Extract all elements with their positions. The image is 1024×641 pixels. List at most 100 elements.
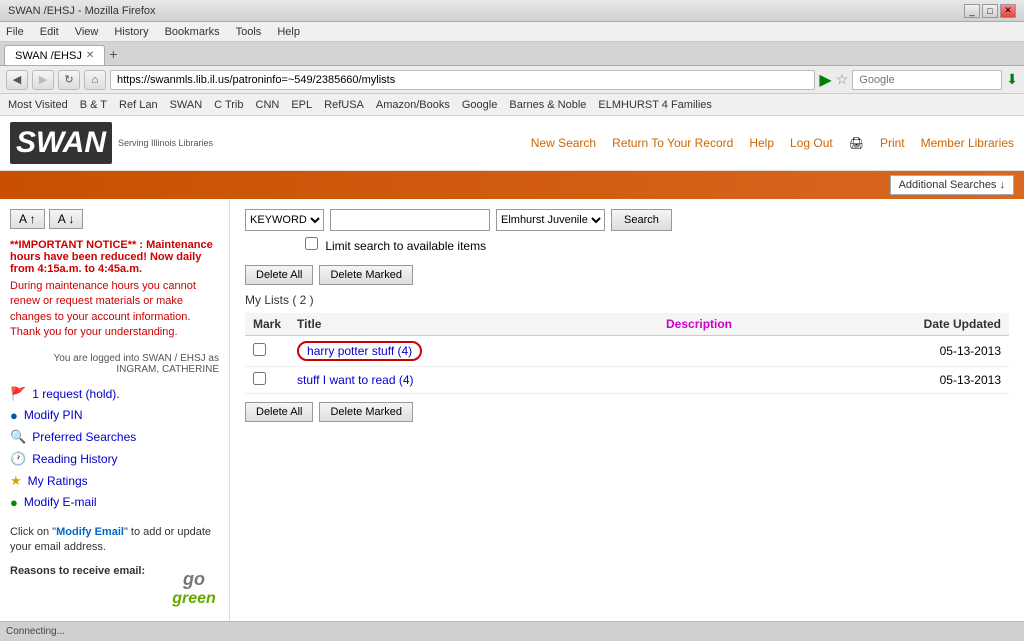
- row1-checkbox[interactable]: [253, 343, 266, 356]
- bookmark-swan[interactable]: SWAN: [166, 98, 207, 112]
- browser-urlbar: ◀ ▶ ↻ ⌂ ▶ ☆ ⬇: [0, 66, 1024, 94]
- lists-title: My Lists ( 2 ): [245, 293, 1009, 307]
- bookmark-bn[interactable]: Barnes & Noble: [505, 98, 590, 112]
- important-notice: **IMPORTANT NOTICE** : Maintenance hours…: [10, 239, 219, 341]
- new-tab-button[interactable]: +: [109, 46, 117, 62]
- search-bar[interactable]: [852, 70, 1002, 90]
- menu-tools[interactable]: Tools: [234, 26, 264, 38]
- my-ratings-icon: ★: [10, 473, 22, 489]
- menu-view[interactable]: View: [73, 26, 101, 38]
- row1-date-cell: 05-13-2013: [909, 336, 1009, 367]
- menu-file[interactable]: File: [4, 26, 26, 38]
- limit-checkbox[interactable]: [305, 237, 318, 250]
- close-button[interactable]: ✕: [1000, 4, 1016, 18]
- menu-history[interactable]: History: [112, 26, 150, 38]
- menu-help[interactable]: Help: [275, 26, 302, 38]
- font-size-increase-button[interactable]: A ↑: [10, 209, 45, 229]
- help-link[interactable]: Help: [749, 136, 774, 150]
- notice-important-text: **IMPORTANT NOTICE** : Maintenance hours…: [10, 239, 219, 275]
- additional-searches-label: Additional Searches ↓: [899, 179, 1005, 191]
- sidebar-item-reading-history[interactable]: Reading History: [32, 452, 117, 466]
- sidebar: A ↑ A ↓ **IMPORTANT NOTICE** : Maintenan…: [0, 199, 230, 621]
- row2-description-cell: [489, 367, 909, 394]
- bookmark-epl[interactable]: EPL: [287, 98, 316, 112]
- return-to-record-link[interactable]: Return To Your Record: [612, 136, 733, 150]
- row1-description-cell: [489, 336, 909, 367]
- logo-area: SWAN Serving Illinois Libraries: [10, 122, 213, 164]
- reasons-heading: Reasons to receive email:: [10, 563, 161, 580]
- col-title: Title: [289, 313, 489, 336]
- request-flag-icon: 🚩: [10, 386, 26, 402]
- tab-close-icon[interactable]: ✕: [86, 50, 94, 61]
- new-search-link[interactable]: New Search: [531, 136, 596, 150]
- sidebar-item-requests[interactable]: 1 request (hold).: [32, 387, 119, 401]
- bookmark-elmhurst[interactable]: ELMHURST 4 Families: [594, 98, 716, 112]
- print-link[interactable]: Print: [880, 136, 905, 150]
- search-input[interactable]: [330, 209, 490, 231]
- bookmark-refusa[interactable]: RefUSA: [320, 98, 368, 112]
- search-type-select[interactable]: KEYWORD TITLE AUTHOR SUBJECT: [245, 209, 324, 231]
- bookmark-amazon[interactable]: Amazon/Books: [372, 98, 454, 112]
- bookmark-most-visited[interactable]: Most Visited: [4, 98, 72, 112]
- member-libraries-link[interactable]: Member Libraries: [921, 136, 1014, 150]
- orange-bar: Additional Searches ↓: [0, 171, 1024, 199]
- lists-table: Mark Title Description Date Updated harr…: [245, 313, 1009, 394]
- home-button[interactable]: ⌂: [84, 70, 106, 90]
- page-wrapper: SWAN Serving Illinois Libraries New Sear…: [0, 116, 1024, 621]
- email-notice: Click on "Modify Email" to add or update…: [10, 525, 219, 556]
- url-bar[interactable]: [110, 70, 815, 90]
- sidebar-item-preferred-searches[interactable]: Preferred Searches: [32, 430, 136, 444]
- forward-button[interactable]: ▶: [32, 70, 54, 90]
- maximize-button[interactable]: □: [982, 4, 998, 18]
- row1-title-cell: harry potter stuff (4): [289, 336, 489, 367]
- delete-marked-button-top[interactable]: Delete Marked: [319, 265, 413, 285]
- reading-history-icon: 🕐: [10, 451, 26, 467]
- delete-all-button-top[interactable]: Delete All: [245, 265, 313, 285]
- bookmark-ctrib[interactable]: C Trib: [210, 98, 247, 112]
- reload-button[interactable]: ↻: [58, 70, 80, 90]
- content-area: A ↑ A ↓ **IMPORTANT NOTICE** : Maintenan…: [0, 199, 1024, 621]
- row2-title-cell: stuff I want to read (4): [289, 367, 489, 394]
- action-buttons-bottom: Delete All Delete Marked: [245, 402, 1009, 422]
- active-tab[interactable]: SWAN /EHSJ ✕: [4, 45, 105, 65]
- menu-edit[interactable]: Edit: [38, 26, 61, 38]
- print-icon: 🖨: [849, 136, 864, 150]
- logo-text: SWAN: [16, 126, 106, 159]
- row2-title-link[interactable]: stuff I want to read (4): [297, 373, 414, 387]
- logged-in-text: You are logged into SWAN / EHSJ as INGRA…: [10, 353, 219, 375]
- go-icon[interactable]: ▶: [819, 70, 831, 90]
- main-content: KEYWORD TITLE AUTHOR SUBJECT Elmhurst Ju…: [230, 199, 1024, 621]
- sidebar-item-modify-email[interactable]: Modify E-mail: [24, 495, 97, 509]
- limit-label: Limit search to available items: [325, 239, 486, 253]
- log-out-link[interactable]: Log Out: [790, 136, 833, 150]
- sidebar-item-my-ratings[interactable]: My Ratings: [28, 474, 88, 488]
- minimize-button[interactable]: _: [964, 4, 980, 18]
- col-mark: Mark: [245, 313, 289, 336]
- bookmark-bt[interactable]: B & T: [76, 98, 111, 112]
- delete-marked-button-bottom[interactable]: Delete Marked: [319, 402, 413, 422]
- modify-email-icon: ●: [10, 495, 18, 510]
- location-select[interactable]: Elmhurst Juvenile Elmhurst Adult All Lib…: [496, 209, 605, 231]
- font-size-decrease-button[interactable]: A ↓: [49, 209, 84, 229]
- bookmark-google[interactable]: Google: [458, 98, 501, 112]
- additional-searches-button[interactable]: Additional Searches ↓: [890, 175, 1014, 195]
- tab-label: SWAN /EHSJ: [15, 50, 82, 62]
- row1-title-link[interactable]: harry potter stuff (4): [307, 344, 412, 358]
- browser-titlebar: SWAN /EHSJ - Mozilla Firefox _ □ ✕: [0, 0, 1024, 22]
- bookmark-cnn[interactable]: CNN: [252, 98, 284, 112]
- sidebar-item-modify-pin[interactable]: Modify PIN: [24, 408, 83, 422]
- modify-email-inline-link[interactable]: Modify Email: [56, 526, 124, 538]
- delete-all-button-bottom[interactable]: Delete All: [245, 402, 313, 422]
- bookmark-star-icon[interactable]: ☆: [836, 71, 849, 88]
- download-icon: ⬇: [1006, 71, 1018, 88]
- go-green-section: Reasons to receive email: go green: [10, 563, 219, 613]
- bookmark-reflam[interactable]: Ref Lan: [115, 98, 162, 112]
- table-row: harry potter stuff (4) 05-13-2013: [245, 336, 1009, 367]
- top-navigation: SWAN Serving Illinois Libraries New Sear…: [0, 116, 1024, 171]
- search-button[interactable]: Search: [611, 209, 672, 231]
- back-button[interactable]: ◀: [6, 70, 28, 90]
- row2-checkbox-cell: [245, 367, 289, 394]
- row2-checkbox[interactable]: [253, 372, 266, 385]
- col-date-updated: Date Updated: [909, 313, 1009, 336]
- menu-bookmarks[interactable]: Bookmarks: [163, 26, 222, 38]
